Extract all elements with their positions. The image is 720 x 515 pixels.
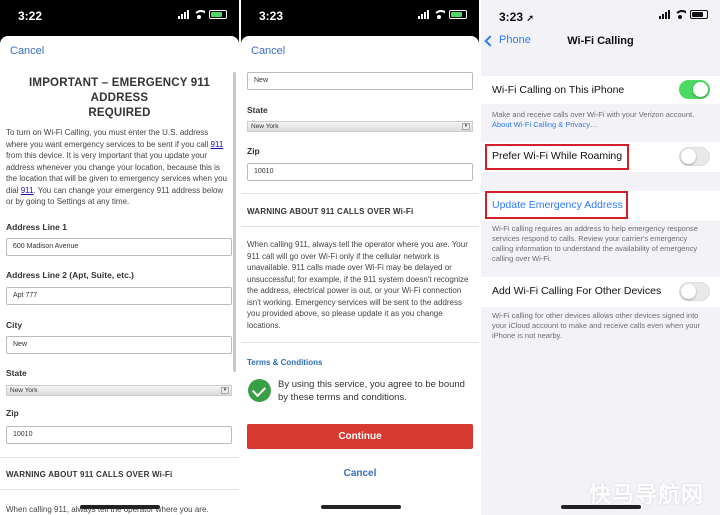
page-title: IMPORTANT – EMERGENCY 911 ADDRESS REQUIR… — [29, 77, 210, 119]
zip-input[interactable]: 10010 — [247, 163, 473, 181]
prefer-wifi-roaming-toggle[interactable] — [679, 147, 710, 166]
other-devices-toggle[interactable] — [679, 282, 710, 301]
wifi-icon — [433, 10, 445, 19]
wifi-calling-label: Wi-Fi Calling on This iPhone — [492, 84, 625, 96]
divider — [241, 226, 479, 227]
highlight-box — [485, 144, 629, 170]
highlight-box — [485, 191, 628, 219]
cancel-button[interactable]: Cancel — [251, 45, 285, 57]
status-time: 3:22 — [18, 9, 43, 23]
status-icons — [178, 10, 227, 19]
chevron-down-icon: ▾ — [462, 123, 470, 130]
other-devices-row[interactable]: Add Wi-Fi Calling For Other Devices — [481, 277, 720, 307]
divider — [241, 342, 479, 343]
zip-label: Zip — [6, 408, 19, 418]
zip-label: Zip — [247, 146, 260, 156]
checkmark-icon[interactable] — [248, 379, 271, 402]
signal-icon — [178, 10, 189, 19]
city-input[interactable]: New — [6, 336, 232, 354]
warning-text: When calling 911, always tell the operat… — [247, 240, 469, 330]
divider — [241, 193, 479, 194]
status-bar: 3:23 — [241, 0, 479, 30]
wifi-calling-toggle[interactable] — [679, 80, 710, 99]
chevron-down-icon: ▾ — [221, 387, 229, 394]
home-indicator[interactable] — [80, 505, 160, 509]
emergency-address-form-screen: 3:22 Cancel IMPORTANT – EMERGENCY 911 AD… — [0, 0, 239, 515]
state-label: State — [247, 105, 268, 115]
status-icons — [659, 10, 708, 19]
status-time: 3:23 — [259, 9, 284, 23]
city-label: City — [6, 320, 23, 330]
battery-icon — [209, 10, 227, 19]
divider — [0, 457, 239, 458]
state-label: State — [6, 368, 27, 378]
emergency-address-form-scrolled-screen: 3:23 Cancel New State New York ▾ Zip 100… — [241, 0, 479, 515]
signal-icon — [418, 10, 429, 19]
cancel-button[interactable]: Cancel — [10, 45, 44, 57]
wifi-calling-row[interactable]: Wi-Fi Calling on This iPhone — [481, 76, 720, 104]
battery-icon — [449, 10, 467, 19]
state-select[interactable]: New York ▾ — [247, 121, 473, 132]
divider — [0, 489, 239, 490]
location-icon: ➚ — [526, 13, 534, 23]
address2-label: Address Line 2 (Apt, Suite, etc.) — [6, 270, 134, 280]
battery-icon — [690, 10, 708, 19]
watermark-logo: 快马导航网 — [588, 483, 704, 508]
status-time: 3:23 ➚ — [499, 10, 534, 24]
continue-button[interactable]: Continue — [247, 424, 473, 449]
page-title: Wi-Fi Calling — [567, 35, 634, 47]
signal-icon — [659, 10, 670, 19]
cancel-bottom-button[interactable]: Cancel — [241, 468, 479, 479]
terms-and-conditions-link[interactable]: Terms & Conditions — [247, 358, 322, 367]
other-devices-footer: Wi-Fi calling for other devices allows o… — [492, 311, 701, 340]
agree-text: By using this service, you agree to be b… — [278, 379, 465, 403]
911-link-2[interactable]: 911 — [21, 186, 34, 195]
city-input[interactable]: New — [247, 72, 473, 90]
state-select[interactable]: New York ▾ — [6, 385, 232, 396]
status-icons — [418, 10, 467, 19]
warning-heading: WARNING ABOUT 911 CALLS OVER Wi-Fi — [247, 207, 414, 216]
wifi-calling-footer: Make and receive calls over Wi-Fi with y… — [492, 110, 695, 129]
intro-paragraph: To turn on Wi-Fi Calling, you must enter… — [6, 128, 228, 206]
navigation-bar: Phone Wi-Fi Calling — [481, 28, 720, 58]
modal-sheet: Cancel New State New York ▾ Zip 10010 WA… — [241, 36, 479, 515]
status-bar: 3:23 ➚ — [481, 0, 720, 30]
other-devices-label: Add Wi-Fi Calling For Other Devices — [492, 285, 662, 297]
status-bar: 3:22 — [0, 0, 239, 30]
warning-heading: WARNING ABOUT 911 CALLS OVER Wi-Fi — [6, 470, 173, 479]
scrollbar[interactable] — [233, 72, 236, 372]
wifi-icon — [674, 10, 686, 19]
modal-sheet: Cancel IMPORTANT – EMERGENCY 911 ADDRESS… — [0, 36, 239, 515]
address2-input[interactable]: Apt 777 — [6, 287, 232, 305]
address1-input[interactable]: 600 Madison Avenue — [6, 238, 232, 256]
about-wifi-calling-link[interactable]: About Wi-Fi Calling & Privacy… — [492, 120, 597, 129]
911-link[interactable]: 911 — [211, 140, 224, 149]
address1-label: Address Line 1 — [6, 222, 67, 232]
wifi-calling-settings-screen: 3:23 ➚ Phone Wi-Fi Calling Wi-Fi Calling… — [481, 0, 720, 515]
wifi-icon — [193, 10, 205, 19]
emergency-address-footer: Wi-Fi calling requires an address to hel… — [492, 224, 698, 263]
zip-input[interactable]: 10010 — [6, 426, 232, 444]
home-indicator[interactable] — [321, 505, 401, 509]
